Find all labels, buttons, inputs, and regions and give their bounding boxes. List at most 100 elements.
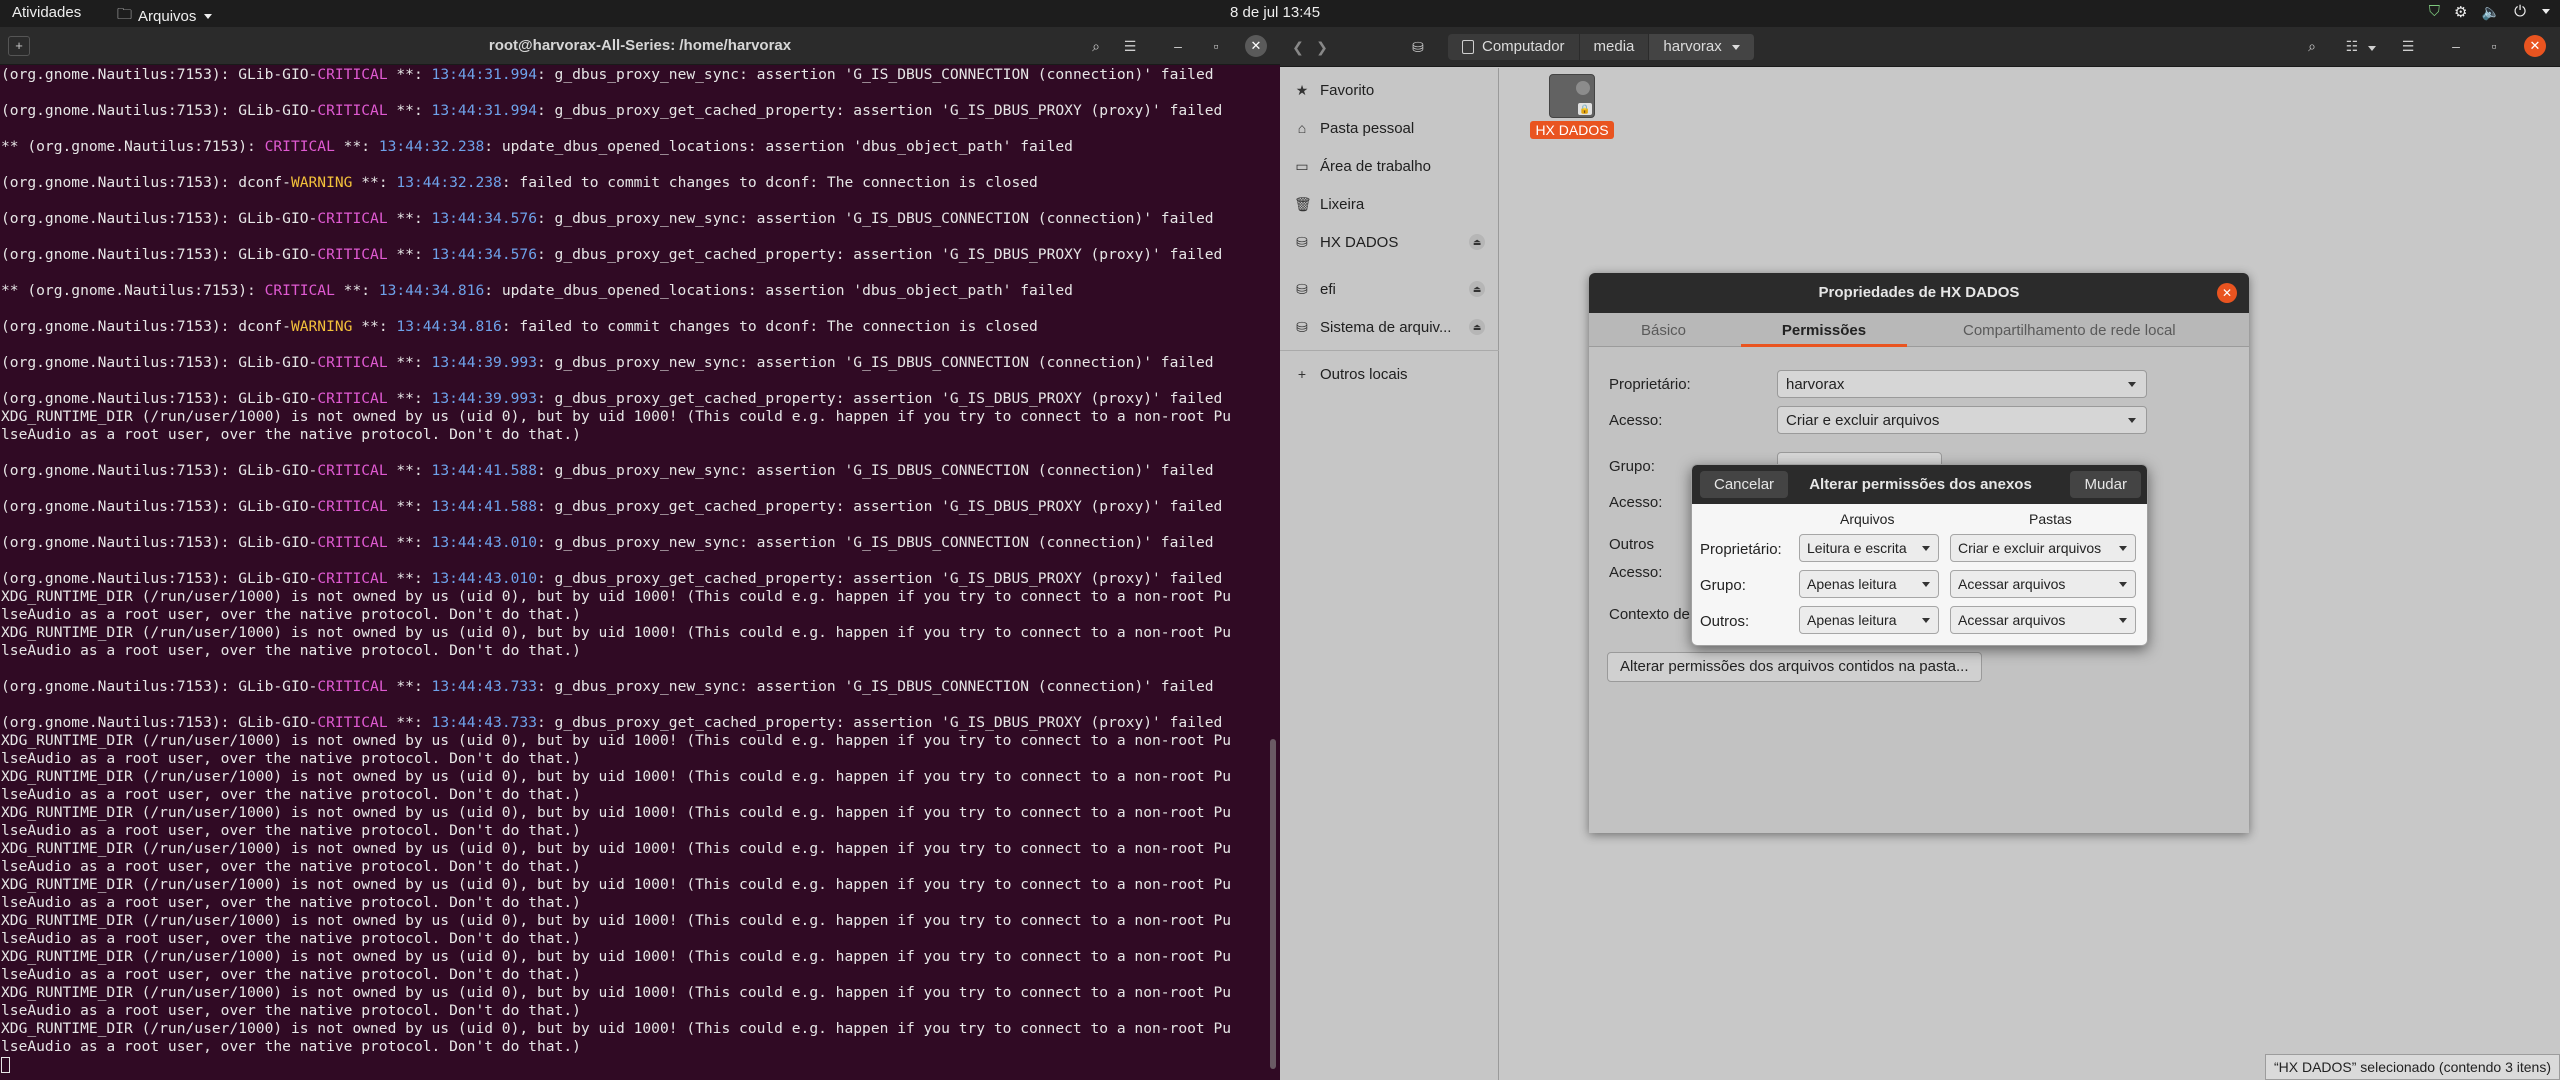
log-timestamp: 13:44:34.816 — [396, 318, 502, 335]
close-button[interactable]: ✕ — [2217, 283, 2237, 303]
log-timestamp: 13:44:43.733 — [431, 714, 537, 731]
system-tray[interactable]: ⛉ ⚙ 🔈 ⏻ — [2429, 3, 2550, 21]
view-dropdown[interactable] — [2364, 35, 2378, 57]
path-crumb-harvorax[interactable]: harvorax — [1649, 34, 1755, 60]
group-folders-select[interactable]: Acessar arquivos — [1950, 570, 2136, 598]
eject-icon[interactable]: ⏏ — [1469, 281, 1485, 297]
terminal-output[interactable]: (org.gnome.Nautilus:7153): GLib-GIO- CRIT… — [0, 66, 1265, 1080]
line-prefix: (org.gnome.Nautilus:7153): dconf- — [1, 318, 291, 335]
sidebar-item-efi[interactable]: ⛁ efi ⏏ — [1280, 270, 1499, 308]
activities-button[interactable]: Atividades — [12, 4, 81, 21]
line-prefix: (org.gnome.Nautilus:7153): GLib-GIO- — [1, 462, 318, 479]
others-files-select[interactable]: Apenas leitura — [1799, 606, 1939, 634]
owner-files-select[interactable]: Leitura e escrita — [1799, 534, 1939, 562]
line-prefix: (org.gnome.Nautilus:7153): GLib-GIO- — [1, 354, 318, 371]
terminal-line: lseAudio as a root user, over the native… — [1, 606, 581, 623]
volume-icon[interactable]: 🔈 — [2481, 3, 2500, 21]
line-prefix: ** (org.gnome.Nautilus:7153): — [1, 282, 265, 299]
maximize-button[interactable]: ▫ — [1204, 35, 1228, 57]
sidebar-item-label: HX DADOS — [1320, 233, 1399, 251]
sidebar-item-other-locations[interactable]: + Outros locais — [1280, 355, 1499, 393]
sidebar-item-filesystem[interactable]: ⛁ Sistema de arquiv... ⏏ — [1280, 308, 1499, 346]
minimize-button[interactable]: – — [2444, 35, 2468, 57]
path-crumb-computer[interactable]: Computador — [1448, 34, 1580, 60]
log-timestamp: 13:44:31.994 — [431, 66, 537, 83]
apply-button[interactable]: Mudar — [2070, 471, 2141, 498]
change-contained-permissions-button[interactable]: Alterar permissões dos arquivos contidos… — [1607, 652, 1982, 682]
tab-network-share[interactable]: Compartilhamento de rede local — [1963, 322, 2176, 339]
minimize-button[interactable]: – — [1166, 35, 1190, 57]
owner-access-select[interactable]: Criar e excluir arquivos — [1777, 406, 2147, 434]
terminal-line: (org.gnome.Nautilus:7153): GLib-GIO-CRIT… — [1, 246, 1265, 264]
forward-button[interactable]: ❯ — [1310, 35, 1334, 59]
log-level: CRITICAL — [317, 210, 388, 227]
owner-select[interactable]: harvorax — [1777, 370, 2147, 398]
eject-icon[interactable]: ⏏ — [1469, 234, 1485, 250]
view-options-button[interactable]: ☷ — [2340, 35, 2364, 57]
drive-location-icon[interactable]: ⛁ — [1406, 35, 1430, 59]
app-menu[interactable]: 🗀 Arquivos — [117, 4, 213, 29]
terminal-line: lseAudio as a root user, over the native… — [1, 894, 581, 911]
tab-basic[interactable]: Básico — [1641, 322, 1686, 339]
line-message: : g_dbus_proxy_get_cached_property: asse… — [536, 570, 1223, 587]
others-folders-select[interactable]: Acessar arquivos — [1950, 606, 2136, 634]
line-sep: **: — [387, 210, 432, 227]
chevron-down-icon — [2119, 618, 2127, 623]
line-prefix: (org.gnome.Nautilus:7153): GLib-GIO- — [1, 534, 318, 551]
drive-icon: ⛁ — [1296, 318, 1308, 335]
maximize-button[interactable]: ▫ — [2482, 35, 2506, 57]
owner-value: harvorax — [1786, 376, 1845, 393]
chevron-down-icon[interactable] — [2542, 9, 2550, 14]
tab-permissions[interactable]: Permissões — [1741, 322, 1907, 339]
close-button[interactable]: ✕ — [2524, 35, 2546, 57]
group-files-select[interactable]: Apenas leitura — [1799, 570, 1939, 598]
terminal-prompt[interactable] — [1, 1056, 1265, 1074]
line-message: : g_dbus_proxy_new_sync: assertion 'G_IS… — [536, 534, 1214, 551]
sidebar-item-hx-dados[interactable]: ⛁ HX DADOS ⏏ — [1280, 223, 1499, 261]
shield-icon[interactable]: ⛉ — [2429, 3, 2440, 21]
select-value: Acessar arquivos — [1958, 612, 2066, 628]
terminal-line: (org.gnome.Nautilus:7153): GLib-GIO-CRIT… — [1, 210, 1265, 228]
path-crumb-media[interactable]: media — [1579, 34, 1650, 60]
log-level: CRITICAL — [317, 678, 388, 695]
log-timestamp: 13:44:43.010 — [431, 534, 537, 551]
log-timestamp: 13:44:32.238 — [378, 138, 485, 155]
search-button[interactable]: ⌕ — [1084, 35, 1108, 57]
terminal-line: XDG_RUNTIME_DIR (/run/user/1000) is not … — [1, 624, 1232, 641]
eject-icon[interactable]: ⏏ — [1469, 319, 1485, 335]
menu-button[interactable]: ☰ — [1118, 35, 1142, 57]
close-button[interactable]: ✕ — [1245, 35, 1267, 57]
app-menu-label: Arquivos — [138, 8, 197, 25]
log-level: CRITICAL — [317, 498, 388, 515]
row-owner-label: Proprietário: — [1700, 541, 1782, 558]
terminal-line: lseAudio as a root user, over the native… — [1, 642, 581, 659]
clock[interactable]: 8 de jul 13:45 — [1230, 4, 1320, 21]
log-level: WARNING — [290, 174, 353, 191]
sidebar-item-trash[interactable]: 🗑 Lixeira — [1280, 185, 1499, 223]
line-sep: **: — [387, 678, 432, 695]
line-message: : g_dbus_proxy_new_sync: assertion 'G_IS… — [536, 462, 1214, 479]
others-label: Outros — [1609, 536, 1655, 553]
terminal-line: lseAudio as a root user, over the native… — [1, 822, 581, 839]
select-value: Apenas leitura — [1807, 612, 1897, 628]
line-sep: **: — [387, 462, 432, 479]
change-permissions-dialog: Cancelar Alterar permissões dos anexos M… — [1691, 464, 2148, 646]
line-message: : g_dbus_proxy_new_sync: assertion 'G_IS… — [536, 354, 1214, 371]
terminal-line: XDG_RUNTIME_DIR (/run/user/1000) is not … — [1, 732, 1232, 749]
file-item-hx-dados[interactable]: 🔒 HX DADOS — [1528, 74, 1616, 140]
terminal-scrollbar[interactable] — [1270, 739, 1276, 1069]
menu-button[interactable]: ☰ — [2396, 35, 2420, 57]
sidebar-item-label: Lixeira — [1320, 195, 1365, 213]
owner-folders-select[interactable]: Criar e excluir arquivos — [1950, 534, 2136, 562]
back-button[interactable]: ❮ — [1286, 35, 1310, 59]
minimize-icon: – — [2452, 38, 2460, 54]
hamburger-icon: ☰ — [2401, 38, 2415, 54]
sidebar-item-desktop[interactable]: ▭ Área de trabalho — [1280, 147, 1499, 185]
sidebar-item-favorito[interactable]: ★ Favorito — [1280, 71, 1499, 109]
search-button[interactable]: ⌕ — [2300, 35, 2324, 57]
power-icon[interactable]: ⏻ — [2514, 3, 2526, 21]
sidebar-item-home[interactable]: ⌂ Pasta pessoal — [1280, 109, 1499, 147]
network-icon[interactable]: ⚙ — [2454, 3, 2467, 21]
